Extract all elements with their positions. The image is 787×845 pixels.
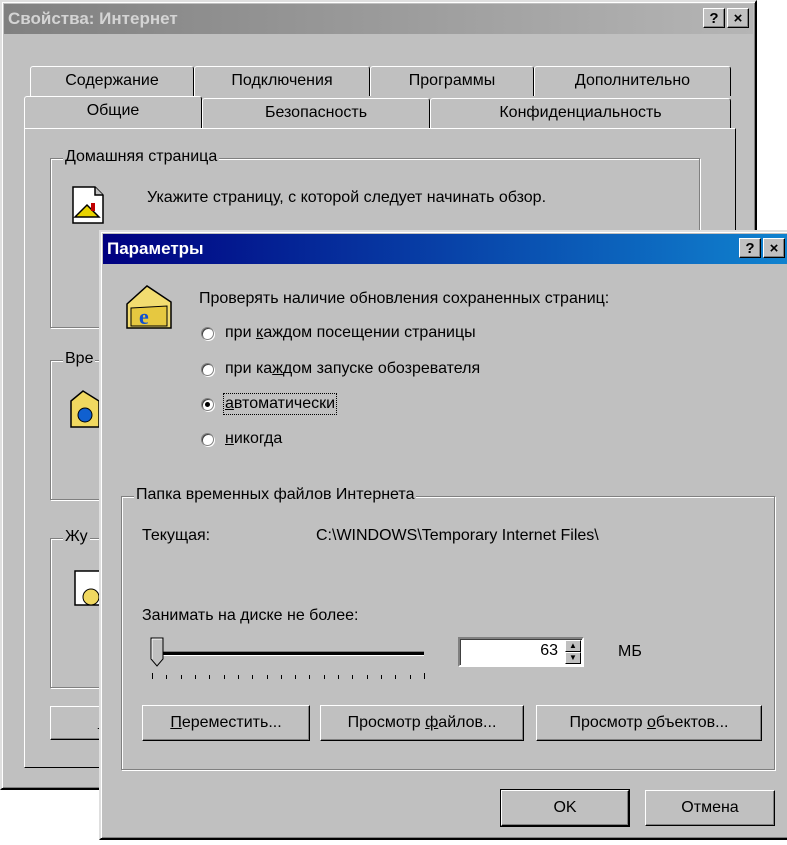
current-folder-label: Текущая: [142, 527, 211, 544]
view-files-button[interactable]: Просмотр файлов... [320, 705, 524, 741]
tab-general[interactable]: Общие [24, 96, 202, 128]
slider-tick [280, 675, 282, 679]
slider-tick [266, 675, 268, 679]
disk-size-field[interactable]: 63 ▲ ▼ [458, 637, 584, 667]
radio-automatic-label: автоматически [222, 393, 338, 415]
radio-every-visit-indicator [201, 326, 214, 340]
ok-button[interactable]: OK [500, 789, 630, 827]
slider-tick [323, 675, 325, 679]
tab-security[interactable]: Безопасность [202, 98, 430, 128]
slider-tick [352, 675, 354, 679]
home-page-icon [69, 183, 109, 227]
radio-every-visit[interactable]: при каждом посещении страницы [201, 324, 476, 342]
settings-title: Параметры [107, 239, 204, 258]
slider-tick [295, 675, 297, 679]
tab-connections[interactable]: Подключения [194, 66, 370, 96]
tab-programs[interactable]: Программы [370, 66, 534, 96]
slider-tick [237, 675, 239, 679]
settings-titlebar[interactable]: Параметры ? × [103, 234, 787, 264]
slider-tick [309, 675, 311, 679]
current-folder-path: C:\WINDOWS\Temporary Internet Files\ [316, 527, 599, 544]
internet-explorer-folder-icon: e [121, 280, 177, 336]
slider-track [152, 651, 424, 656]
slider-tick [194, 675, 196, 679]
check-updates-label: Проверять наличие обновления сохраненных… [199, 290, 610, 307]
slider-tick [152, 673, 153, 679]
radio-never-indicator [201, 432, 214, 446]
slider-tick [223, 675, 225, 679]
slider-tick [209, 675, 211, 679]
spin-down-button[interactable]: ▼ [565, 652, 581, 664]
settings-dialog: Параметры ? × e Проверять наличие обновл… [99, 230, 787, 840]
close-button[interactable]: × [763, 238, 785, 258]
slider-thumb[interactable] [150, 637, 164, 667]
radio-never-label: никогда [225, 430, 283, 447]
help-button[interactable]: ? [739, 238, 761, 258]
slider-tick [180, 675, 182, 679]
slider-tick [338, 675, 340, 679]
slider-ticks [152, 673, 425, 679]
disk-space-slider[interactable] [144, 635, 434, 683]
radio-automatic[interactable]: автоматически [201, 393, 338, 415]
radio-every-start[interactable]: при каждом запуске обозревателя [201, 360, 480, 378]
temporary-files-group-label: Вре [63, 350, 96, 368]
tab-privacy[interactable]: Конфиденциальность [430, 98, 731, 128]
close-button[interactable]: × [727, 8, 749, 28]
svg-text:e: e [139, 304, 149, 329]
move-folder-button[interactable]: Переместить... [142, 705, 310, 741]
history-group-label: Жу [63, 528, 90, 546]
radio-never[interactable]: никогда [201, 430, 282, 448]
slider-tick [395, 675, 397, 679]
radio-every-visit-label: при каждом посещении страницы [225, 324, 476, 341]
slider-tick [424, 673, 425, 679]
radio-every-start-label: при каждом запуске обозревателя [225, 360, 481, 377]
internet-properties-title: Свойства: Интернет [8, 9, 178, 28]
home-page-instruction: Укажите страницу, с которой следует начи… [147, 189, 547, 206]
temporary-folder-group-label: Папка временных файлов Интернета [134, 486, 417, 504]
slider-tick [166, 675, 168, 679]
internet-properties-titlebar[interactable]: Свойства: Интернет ? × [4, 4, 753, 34]
view-objects-button[interactable]: Просмотр объектов... [536, 705, 762, 741]
radio-every-start-indicator [201, 362, 214, 376]
disk-space-label: Занимать на диске не более: [142, 607, 359, 624]
slider-tick [252, 675, 254, 679]
help-button[interactable]: ? [703, 8, 725, 28]
slider-tick [381, 675, 383, 679]
spin-up-button[interactable]: ▲ [565, 640, 581, 652]
radio-automatic-indicator [201, 397, 214, 411]
disk-size-value: 63 [540, 642, 558, 659]
disk-size-unit: МБ [618, 643, 642, 660]
tab-content[interactable]: Содержание [30, 66, 194, 96]
slider-tick [366, 675, 368, 679]
slider-tick [409, 675, 411, 679]
tab-advanced[interactable]: Дополнительно [534, 66, 731, 96]
home-page-group-label: Домашняя страница [63, 148, 220, 166]
temporary-internet-files-folder-group: Папка временных файлов Интернета Текущая… [121, 486, 775, 770]
cancel-button[interactable]: Отмена [645, 790, 775, 826]
